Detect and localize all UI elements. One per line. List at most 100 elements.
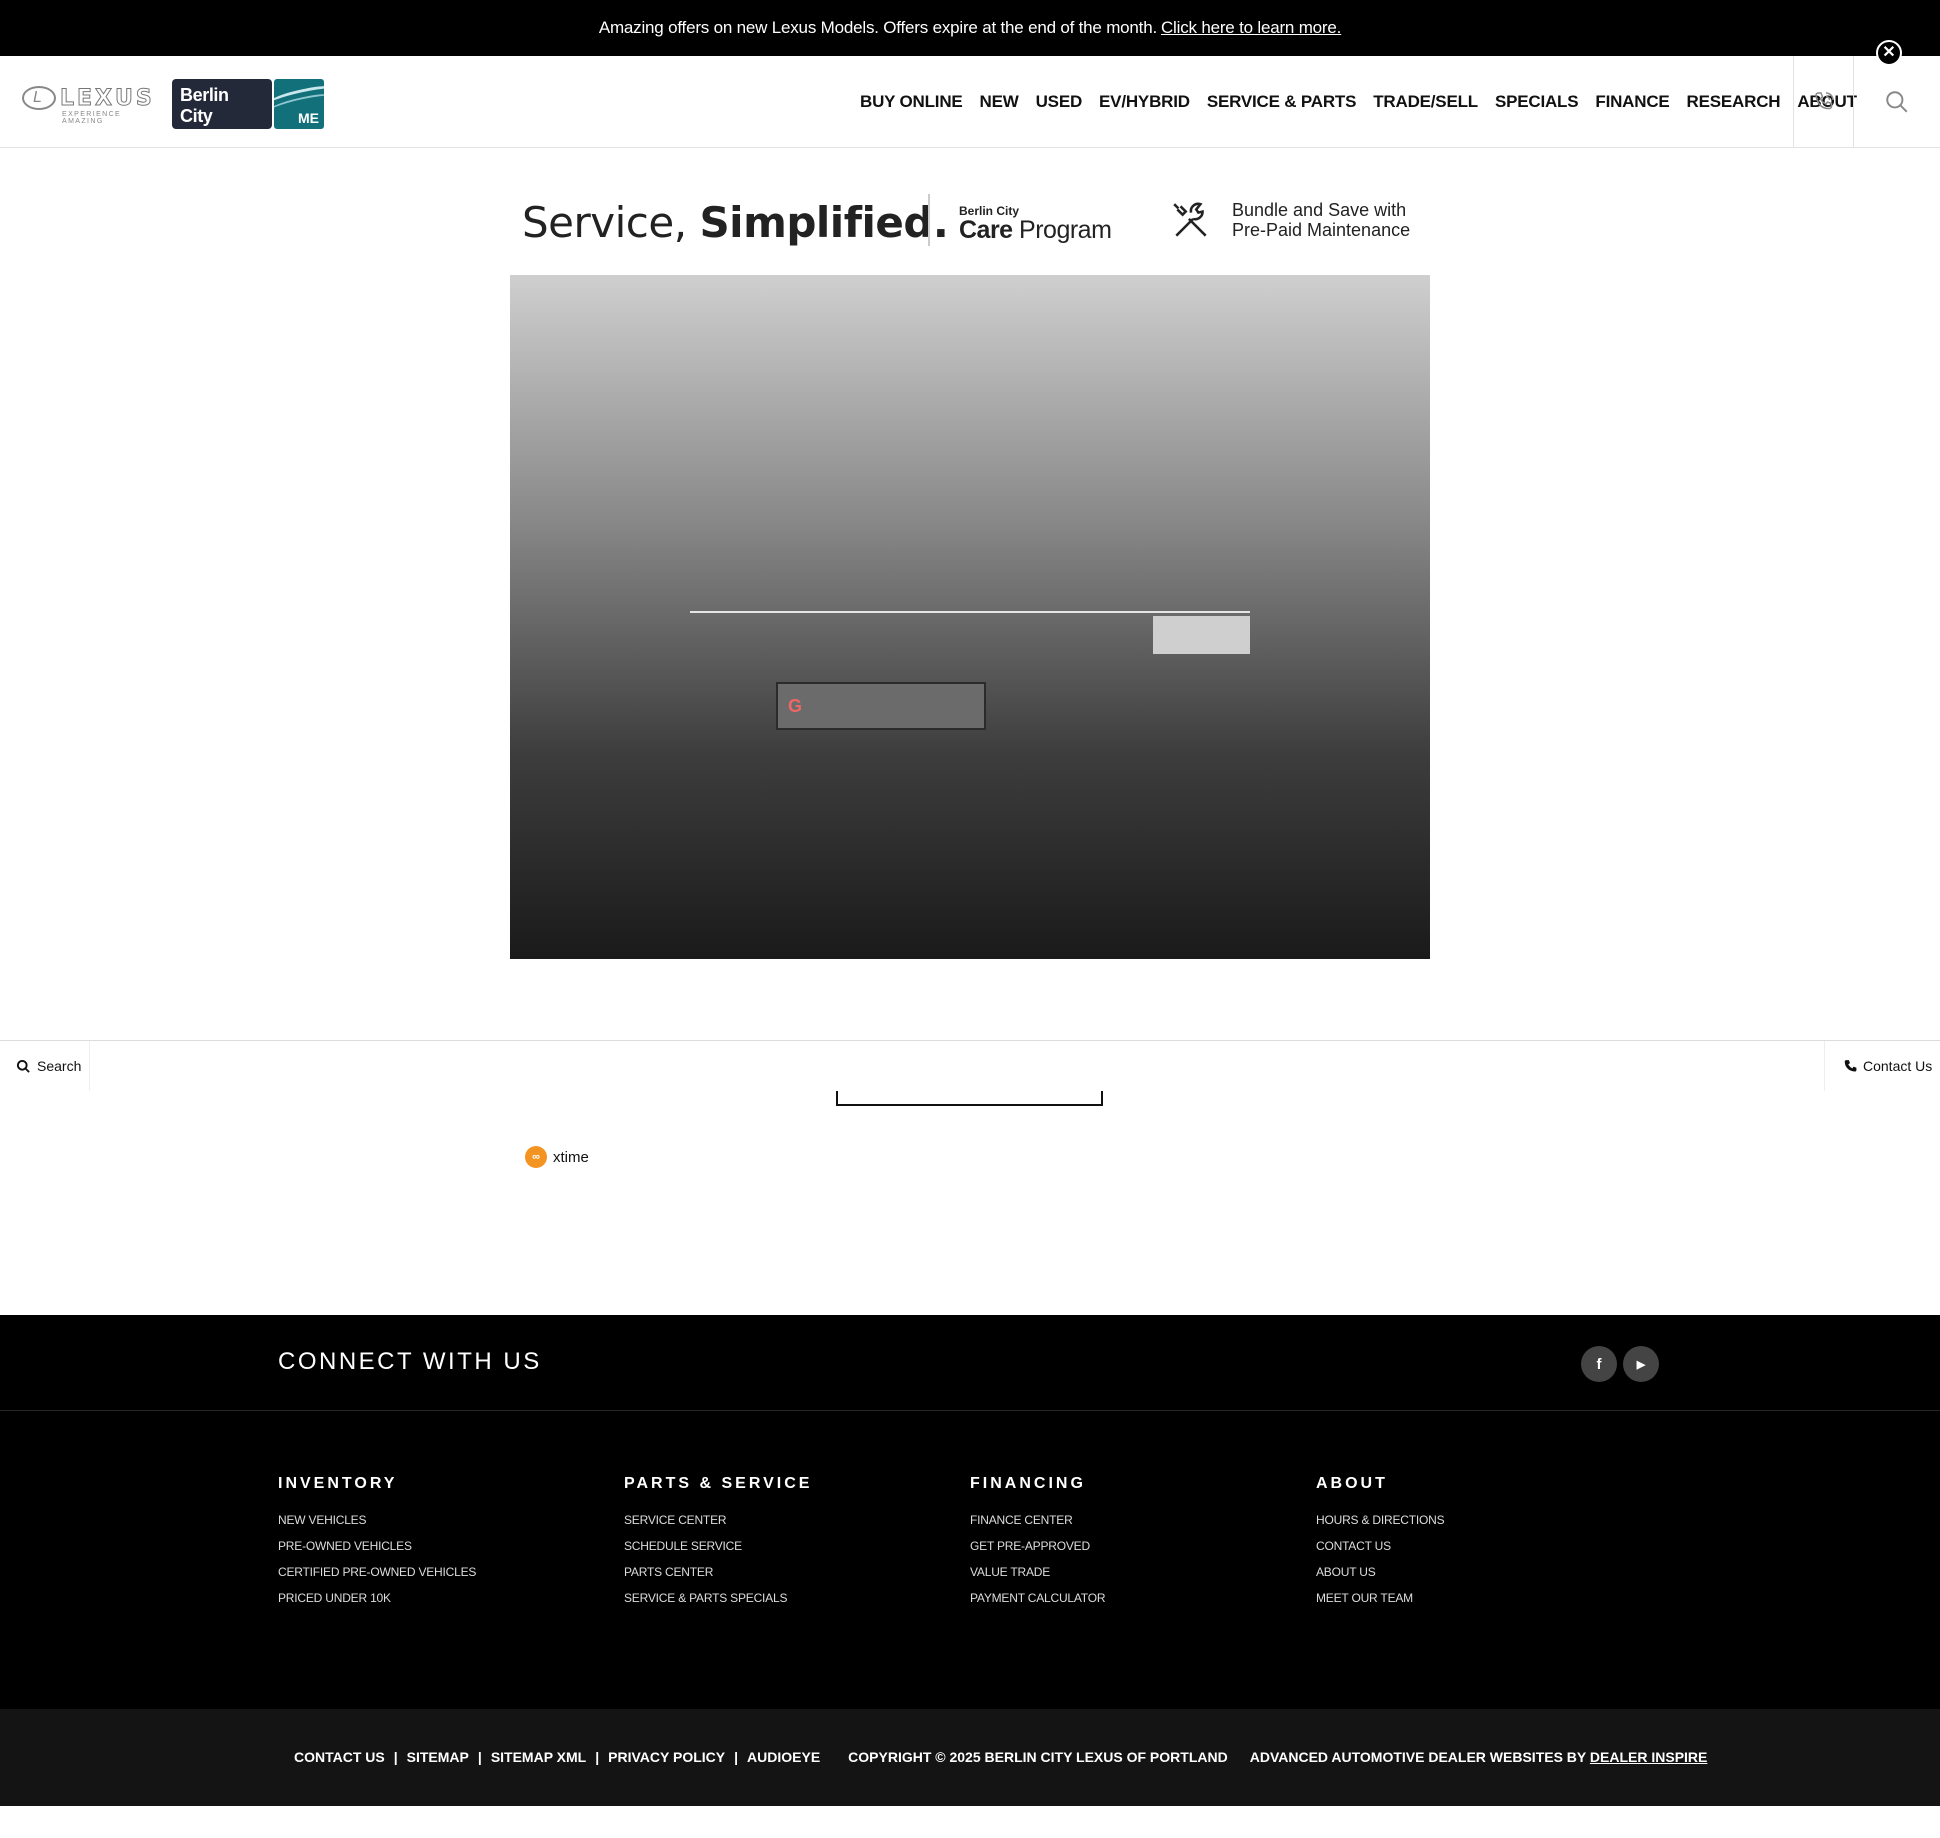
footer-link-new-vehicles[interactable]: NEW VEHICLES [278, 1507, 578, 1533]
bottom-link-privacy[interactable]: PRIVACY POLICY [608, 1749, 725, 1765]
tools-icon [1173, 202, 1207, 237]
care-program-title: Care Program [959, 216, 1112, 245]
bottom-link-sitemap-xml[interactable]: SITEMAP XML [491, 1749, 586, 1765]
sticky-search-button[interactable]: Search [0, 1041, 90, 1091]
xtime-icon: ∞ [525, 1146, 547, 1168]
phone-icon [1844, 1060, 1857, 1072]
berlin-city-sub: Lexus [180, 129, 210, 141]
banner-title-a: Service, [522, 198, 700, 247]
sticky-contact-button[interactable]: Contact Us [1824, 1041, 1940, 1091]
dealer-credit: ADVANCED AUTOMOTIVE DEALER WEBSITES BY D… [1250, 1749, 1708, 1765]
program-word: Program [1012, 216, 1112, 244]
footer-link-contact[interactable]: CONTACT US [1316, 1533, 1616, 1559]
xtime-branding: ∞ xtime [525, 1146, 589, 1168]
footer-col-title: INVENTORY [278, 1475, 398, 1492]
footer-bottom-row: CONTACT US | SITEMAP | SITEMAP XML | PRI… [294, 1749, 1707, 1765]
footer-col-title: FINANCING [970, 1475, 1086, 1492]
promo-bar: Amazing offers on new Lexus Models. Offe… [0, 0, 1940, 56]
google-sign-in-button[interactable]: G [776, 682, 986, 730]
bottom-link-sitemap[interactable]: SITEMAP [407, 1749, 469, 1765]
sticky-contact-label: Contact Us [1863, 1058, 1933, 1074]
widget-frame-bottom [836, 1091, 1103, 1106]
phone-button[interactable] [1793, 56, 1853, 148]
promo-link[interactable]: Click here to learn more. [1161, 18, 1341, 38]
maine-badge-text: ME [298, 110, 319, 126]
xtime-label: xtime [553, 1148, 589, 1166]
bundle-text: Bundle and Save with Pre-Paid Maintenanc… [1232, 200, 1410, 240]
footer-link-hours[interactable]: HOURS & DIRECTIONS [1316, 1507, 1616, 1533]
separator: | [595, 1749, 600, 1765]
nav-service-parts[interactable]: SERVICE & PARTS [1207, 92, 1357, 112]
footer-link-certified[interactable]: CERTIFIED PRE-OWNED VEHICLES [278, 1559, 578, 1585]
maine-badge: ME [274, 79, 324, 129]
nav-ev-hybrid[interactable]: EV/HYBRID [1099, 92, 1190, 112]
berlin-city-logo[interactable]: Berlin City Lexus [172, 79, 272, 141]
facebook-icon[interactable]: f [1581, 1346, 1617, 1382]
footer-link-service-center[interactable]: SERVICE CENTER [624, 1507, 924, 1533]
close-icon[interactable]: ✕ [1876, 40, 1902, 66]
footer-connect: CONNECT WITH US f ▶ [0, 1315, 1940, 1411]
sticky-action-bar: Search Contact Us [0, 1040, 1940, 1091]
lexus-emblem-icon: L [22, 86, 56, 110]
lexus-logo[interactable]: L LEXUS EXPERIENCE AMAZING [22, 84, 160, 125]
phone-icon [1814, 92, 1834, 110]
nav-trade-sell[interactable]: TRADE/SELL [1373, 92, 1478, 112]
footer-col-title: ABOUT [1316, 1475, 1388, 1492]
lexus-tagline: EXPERIENCE AMAZING [62, 111, 122, 125]
nav-finance[interactable]: FINANCE [1595, 92, 1669, 112]
berlin-city-name: Berlin City [180, 85, 229, 126]
service-scheduler-widget: G [510, 275, 1430, 959]
header-search-button[interactable] [1853, 56, 1940, 148]
dealer-inspire-link[interactable]: DEALER INSPIRE [1590, 1749, 1707, 1765]
copyright: COPYRIGHT © 2025 BERLIN CITY LEXUS OF PO… [848, 1749, 1228, 1765]
nav-research[interactable]: RESEARCH [1687, 92, 1781, 112]
footer-link-specials[interactable]: SERVICE & PARTS SPECIALS [624, 1585, 924, 1611]
bottom-link-contact[interactable]: CONTACT US [294, 1749, 385, 1765]
footer-col-about: ABOUT HOURS & DIRECTIONS CONTACT US ABOU… [1316, 1475, 1616, 1611]
footer-link-schedule-service[interactable]: SCHEDULE SERVICE [624, 1533, 924, 1559]
footer-link-pre-owned[interactable]: PRE-OWNED VEHICLES [278, 1533, 578, 1559]
separator: | [734, 1749, 739, 1765]
nav-used[interactable]: USED [1036, 92, 1083, 112]
dealer-credit-text: ADVANCED AUTOMOTIVE DEALER WEBSITES BY [1249, 1749, 1587, 1765]
footer-link-team[interactable]: MEET OUR TEAM [1316, 1585, 1616, 1611]
sticky-search-label: Search [37, 1058, 82, 1074]
separator: | [393, 1749, 398, 1765]
footer-link-parts-center[interactable]: PARTS CENTER [624, 1559, 924, 1585]
care-program-banner[interactable]: Service, Simplified. Berlin City Care Pr… [510, 190, 1430, 250]
main-nav: BUY ONLINE NEW USED EV/HYBRID SERVICE & … [860, 56, 1857, 148]
footer-link-under-10k[interactable]: PRICED UNDER 10K [278, 1585, 578, 1611]
footer-col-title: PARTS & SERVICE [624, 1475, 813, 1492]
nav-specials[interactable]: SPECIALS [1495, 92, 1579, 112]
search-icon [16, 1059, 30, 1073]
footer-links: INVENTORY NEW VEHICLES PRE-OWNED VEHICLE… [0, 1411, 1940, 1709]
bottom-link-audioeye[interactable]: AUDIOEYE [747, 1749, 820, 1765]
footer-bottom: CONTACT US | SITEMAP | SITEMAP XML | PRI… [0, 1709, 1940, 1806]
footer-link-pre-approved[interactable]: GET PRE-APPROVED [970, 1533, 1270, 1559]
separator: | [477, 1749, 482, 1765]
bundle-line-1: Bundle and Save with [1232, 200, 1407, 220]
google-icon: G [788, 696, 803, 716]
site-header: L LEXUS EXPERIENCE AMAZING Berlin City L… [0, 56, 1940, 148]
search-icon [1886, 91, 1908, 113]
bundle-line-2: Pre-Paid Maintenance [1232, 220, 1411, 240]
banner-title-b: Simplified. [699, 198, 949, 247]
nav-new[interactable]: NEW [980, 92, 1019, 112]
footer-link-about-us[interactable]: ABOUT US [1316, 1559, 1616, 1585]
banner-divider [928, 194, 930, 246]
youtube-icon[interactable]: ▶ [1623, 1346, 1659, 1382]
footer-link-value-trade[interactable]: VALUE TRADE [970, 1559, 1270, 1585]
scheduler-input[interactable] [690, 575, 1250, 613]
footer-col-financing: FINANCING FINANCE CENTER GET PRE-APPROVE… [970, 1475, 1270, 1611]
footer-col-inventory: INVENTORY NEW VEHICLES PRE-OWNED VEHICLE… [278, 1475, 578, 1611]
footer-col-parts-service: PARTS & SERVICE SERVICE CENTER SCHEDULE … [624, 1475, 924, 1611]
lexus-wordmark: LEXUS [60, 86, 155, 112]
scheduler-submit-button[interactable] [1153, 616, 1250, 654]
banner-title: Service, Simplified. [522, 198, 949, 247]
nav-buy-online[interactable]: BUY ONLINE [860, 92, 963, 112]
connect-title: CONNECT WITH US [278, 1348, 542, 1375]
promo-text: Amazing offers on new Lexus Models. Offe… [598, 18, 1157, 37]
footer-link-payment-calculator[interactable]: PAYMENT CALCULATOR [970, 1585, 1270, 1611]
footer-link-finance-center[interactable]: FINANCE CENTER [970, 1507, 1270, 1533]
care-word: Care [959, 216, 1013, 244]
